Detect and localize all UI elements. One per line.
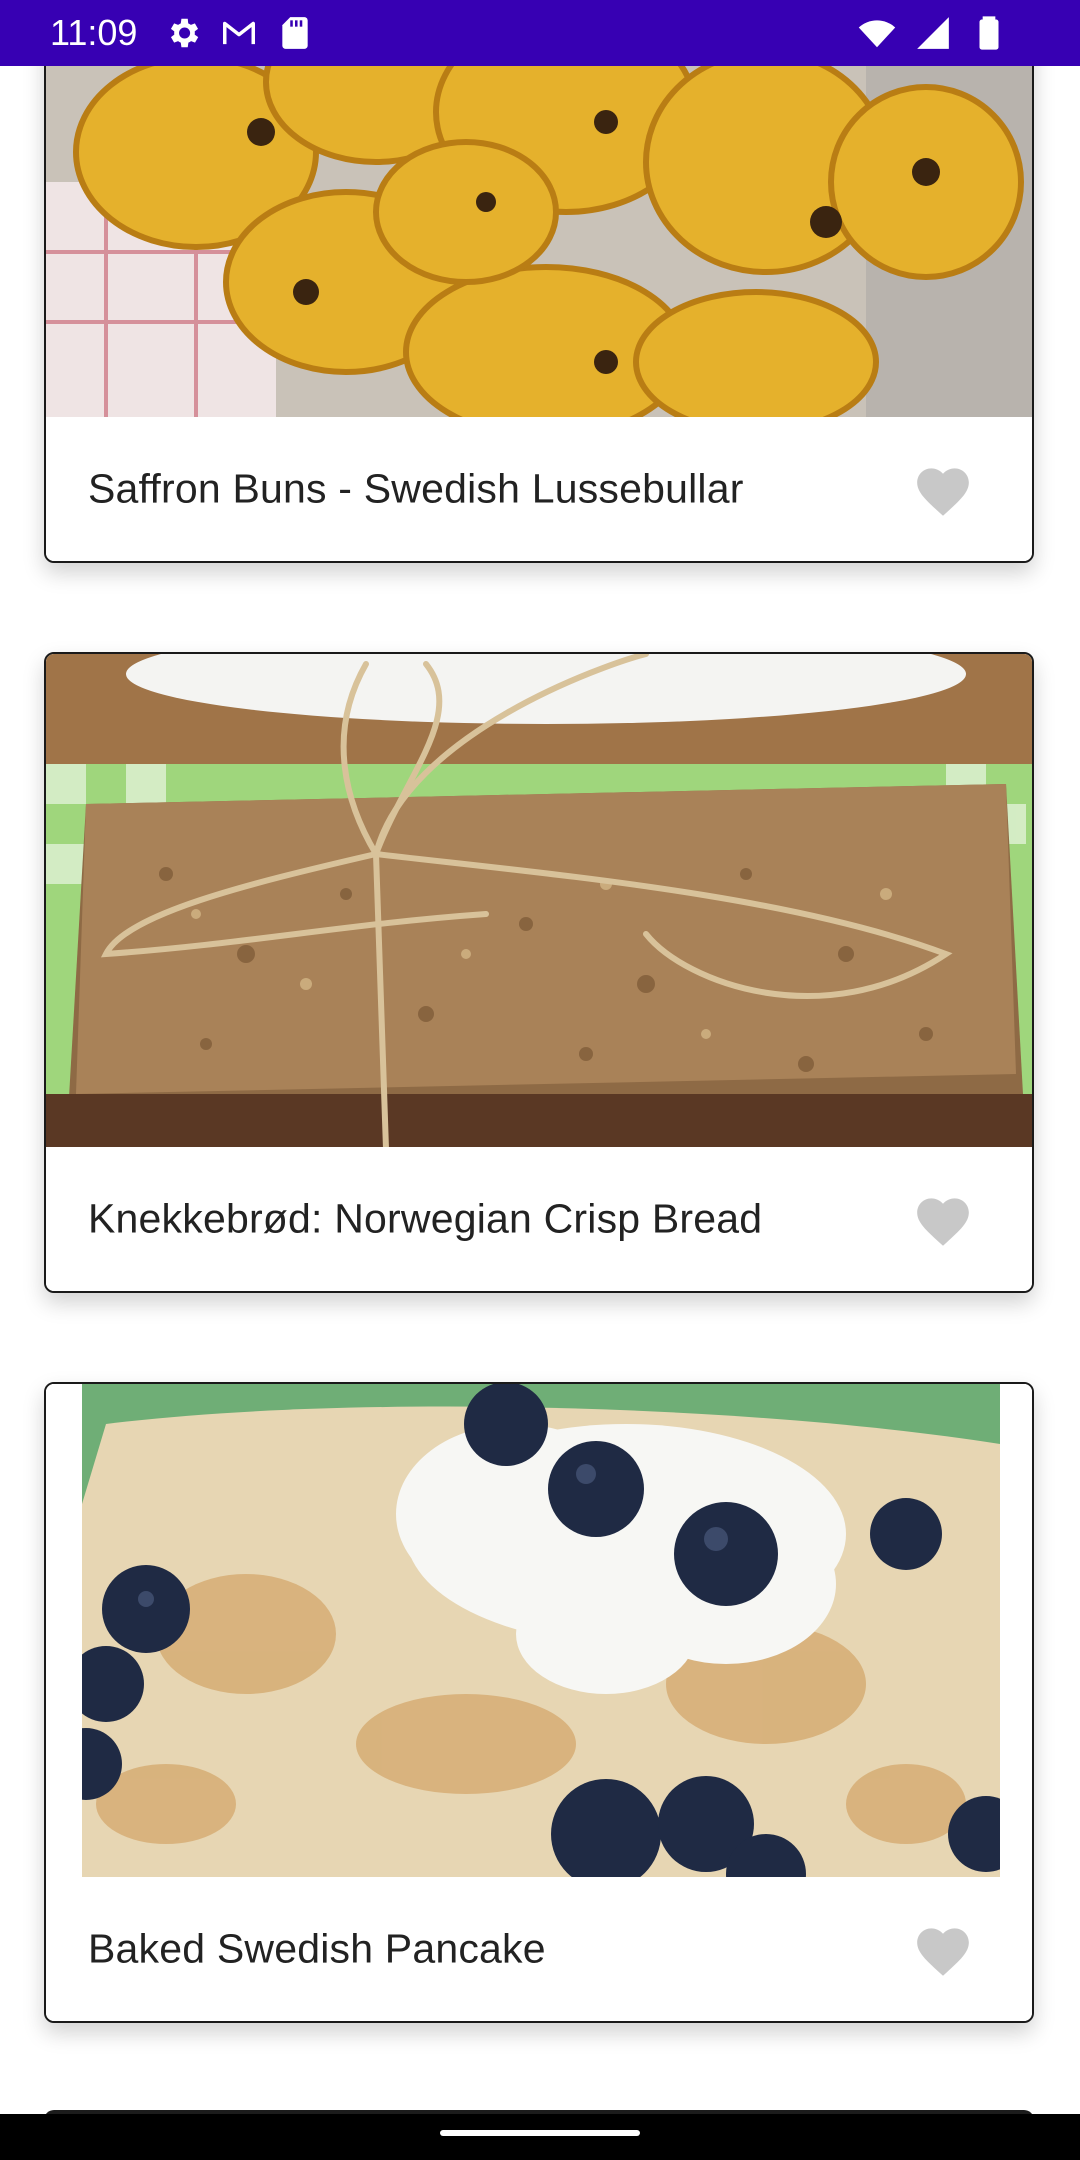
status-right-icons — [858, 14, 1008, 52]
recipe-image[interactable] — [46, 22, 1032, 419]
recipe-card-footer: Saffron Buns - Swedish Lussebullar — [46, 417, 1032, 561]
app-screen: 11:09 Saffron Buns - Swedish Lussebullar… — [0, 0, 1080, 2160]
favorite-heart-icon[interactable] — [912, 460, 974, 518]
favorite-heart-icon[interactable] — [912, 1920, 974, 1978]
swedish-pancake-photo — [46, 1384, 1032, 1879]
navigation-bar — [0, 2114, 1080, 2160]
recipe-card[interactable]: Baked Swedish Pancake — [44, 1382, 1034, 2023]
recipe-card[interactable]: Knekkebrød: Norwegian Crisp Bread — [44, 652, 1034, 1293]
settings-icon — [170, 18, 199, 48]
recipe-card-footer: Knekkebrød: Norwegian Crisp Bread — [46, 1147, 1032, 1291]
cell-signal-icon — [917, 17, 949, 49]
status-bar: 11:09 — [0, 0, 1080, 66]
recipe-title[interactable]: Saffron Buns - Swedish Lussebullar — [88, 466, 744, 513]
recipe-list[interactable]: Saffron Buns - Swedish Lussebullar Knekk… — [0, 0, 1080, 2160]
wifi-icon — [858, 20, 896, 48]
status-time: 11:09 — [50, 12, 138, 53]
recipe-card[interactable]: Saffron Buns - Swedish Lussebullar — [44, 20, 1034, 563]
crisp-bread-photo — [46, 654, 1032, 1149]
sd-card-icon — [282, 17, 308, 49]
recipe-image[interactable] — [46, 654, 1032, 1149]
saffron-buns-photo — [46, 22, 1032, 419]
status-left-icons — [164, 14, 314, 52]
favorite-heart-icon[interactable] — [912, 1190, 974, 1248]
recipe-card-footer: Baked Swedish Pancake — [46, 1877, 1032, 2021]
gmail-icon — [223, 21, 255, 45]
home-gesture-handle[interactable] — [440, 2130, 640, 2136]
recipe-title[interactable]: Knekkebrød: Norwegian Crisp Bread — [88, 1196, 762, 1243]
recipe-image[interactable] — [46, 1384, 1032, 1879]
recipe-title[interactable]: Baked Swedish Pancake — [88, 1926, 546, 1973]
battery-icon — [979, 16, 999, 50]
